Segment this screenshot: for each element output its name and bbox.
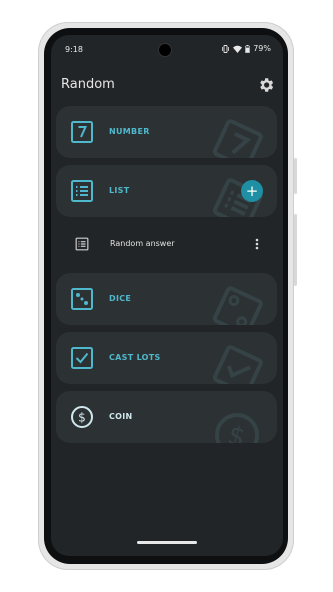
more-vert-icon[interactable] — [253, 236, 261, 252]
list-label: LIST — [109, 186, 130, 195]
status-icons: 79% — [221, 44, 271, 53]
number-label: NUMBER — [109, 127, 150, 136]
coin-card[interactable]: $ COIN $ — [56, 391, 277, 443]
status-time: 9:18 — [65, 45, 83, 54]
cast-lots-watermark-icon — [212, 345, 263, 384]
list-icon — [75, 237, 89, 251]
number-watermark-icon — [212, 119, 263, 158]
battery-icon — [245, 44, 251, 53]
dice-card[interactable]: DICE — [56, 273, 277, 325]
svg-text:$: $ — [78, 411, 86, 425]
add-fab-button[interactable]: + — [241, 180, 263, 202]
cast-lots-label: CAST LOTS — [109, 353, 161, 362]
list-item-label: Random answer — [110, 239, 175, 248]
screen: 9:18 79% Random NUMBER LIST + Random ans… — [51, 35, 283, 556]
cast-lots-card[interactable]: CAST LOTS — [56, 332, 277, 384]
list-icon — [71, 180, 93, 202]
coin-watermark-icon: $ — [215, 413, 259, 443]
number-seven-icon — [71, 121, 93, 143]
vibrate-icon — [222, 44, 230, 53]
dice-icon — [71, 288, 93, 310]
power-button — [294, 158, 297, 194]
svg-text:$: $ — [225, 420, 249, 443]
status-bar: 9:18 79% — [51, 35, 283, 63]
dice-watermark-icon — [212, 286, 263, 325]
app-title: Random — [61, 77, 115, 92]
wifi-icon — [233, 45, 243, 53]
front-camera — [159, 44, 171, 56]
app-bar: Random — [51, 73, 283, 101]
volume-button — [294, 214, 297, 286]
gear-icon[interactable] — [257, 76, 275, 94]
add-icon: + — [245, 181, 259, 200]
home-indicator[interactable] — [137, 541, 197, 544]
checkbox-icon — [71, 347, 93, 369]
dice-label: DICE — [109, 294, 132, 303]
number-card[interactable]: NUMBER — [56, 106, 277, 158]
battery-percent: 79% — [253, 44, 271, 53]
list-item-random-answer[interactable]: Random answer — [51, 229, 283, 259]
coin-dollar-icon: $ — [71, 406, 93, 428]
coin-label: COIN — [109, 412, 133, 421]
